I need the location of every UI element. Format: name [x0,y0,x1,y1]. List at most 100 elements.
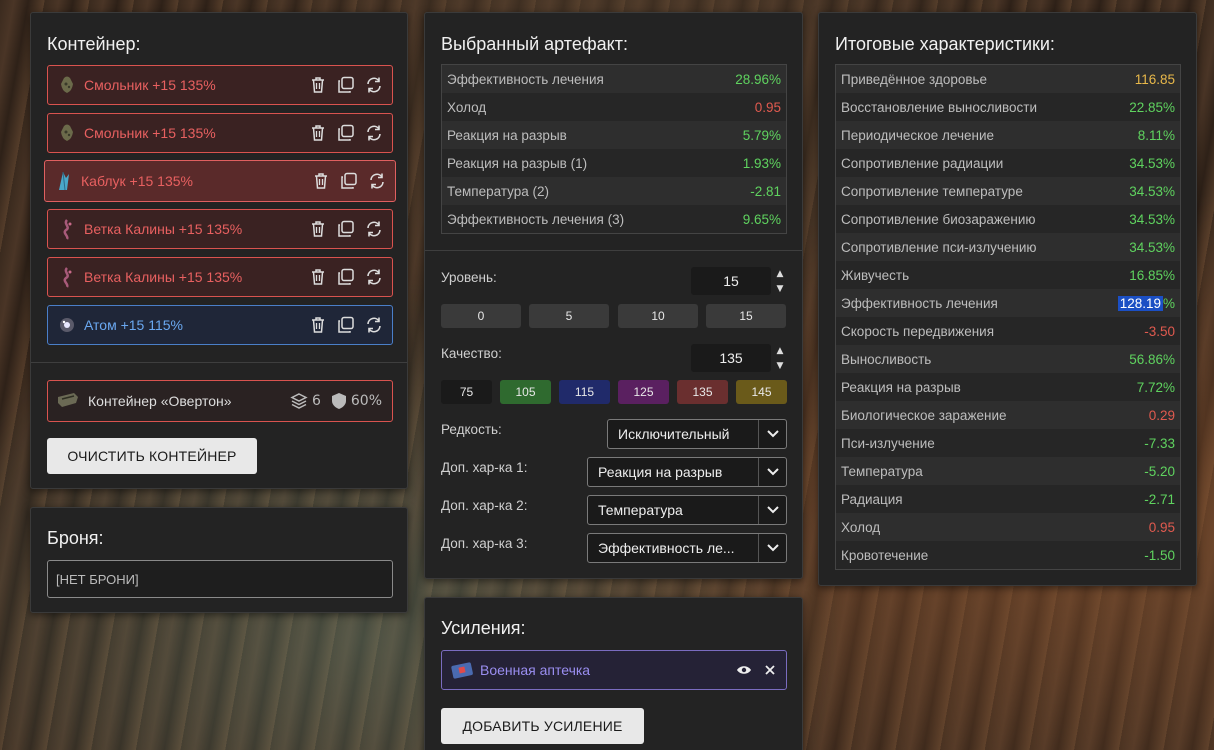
quality-up-arrow[interactable]: ▲ [774,345,786,357]
armor-select[interactable]: [НЕТ БРОНИ] [47,560,393,598]
stat-name: Эффективность лечения [841,295,998,311]
level-label: Уровень: [441,270,497,285]
copy-icon[interactable] [336,123,356,143]
stat-row: Сопротивление биозаражению 34.53% [836,205,1180,233]
close-icon[interactable] [764,664,776,676]
stat-row: Радиация -2.71 [836,485,1180,513]
armor-title: Броня: [47,528,104,548]
slots-count: 6 [311,393,321,409]
level-input[interactable]: 15 [691,267,771,295]
stat-name: Радиация [841,491,903,507]
stat-name: Температура [841,463,923,479]
trash-icon[interactable] [308,219,328,239]
level-preset-button[interactable]: 15 [706,304,786,328]
quality-down-arrow[interactable]: ▼ [774,360,786,372]
level-preset-button[interactable]: 10 [618,304,698,328]
quality-preset-button[interactable]: 105 [500,380,551,404]
refresh-icon[interactable] [364,75,384,95]
stat-name: Пси-излучение [841,435,935,451]
trash-icon[interactable] [308,315,328,335]
container-item[interactable]: Ветка Калины +15 135% [47,209,393,249]
refresh-icon[interactable] [364,315,384,335]
container-item[interactable]: Атом +15 115% [47,305,393,345]
stat-value: -7.33 [1144,435,1175,451]
stat-value: 34.53% [1129,155,1175,171]
stat-value: -5.20 [1144,463,1175,479]
refresh-icon[interactable] [367,171,387,191]
extra3-select[interactable]: Эффективность ле... [587,533,787,563]
level-preset-button[interactable]: 0 [441,304,521,328]
add-boost-button[interactable]: ДОБАВИТЬ УСИЛЕНИЕ [441,708,644,744]
stat-value: 0.29 [1148,407,1175,423]
boost-item[interactable]: Военная аптечка [441,650,787,690]
stat-value-highlight: 128.19 [1117,295,1163,311]
boost-item-label: Военная аптечка [480,662,591,678]
extra1-select[interactable]: Реакция на разрыв [587,457,787,487]
stat-name: Реакция на разрыв [841,379,961,395]
extra2-select[interactable]: Температура [587,495,787,525]
level-up-arrow[interactable]: ▲ [774,268,786,280]
stat-row: Живучесть 16.85% [836,261,1180,289]
quality-input[interactable]: 135 [691,344,771,372]
quality-preset-button[interactable]: 115 [559,380,610,404]
artifact-stats-table: Эффективность лечения 28.96% Холод 0.95 Реак… [441,64,787,234]
clear-container-button[interactable]: ОЧИСТИТЬ КОНТЕЙНЕР [47,438,257,474]
copy-icon[interactable] [336,267,356,287]
level-preset-button[interactable]: 5 [529,304,609,328]
stat-row: Температура (2) -2.81 [442,177,786,205]
artifact-icon [56,314,78,336]
trash-icon[interactable] [311,171,331,191]
quality-preset-button[interactable]: 75 [441,380,492,404]
copy-icon[interactable] [336,219,356,239]
stat-value: 28.96% [735,71,781,87]
stat-value: 22.85% [1129,99,1175,115]
stat-name: Эффективность лечения (3) [447,211,625,227]
stat-row: Эффективность лечения 128.19% [836,289,1180,317]
container-overton-label: Контейнер «Овертон» [88,393,232,409]
copy-icon[interactable] [336,75,356,95]
trash-icon[interactable] [308,123,328,143]
stat-row: Биологическое заражение 0.29 [836,401,1180,429]
stat-row: Холод 0.95 [442,93,786,121]
artifact-icon [56,74,78,96]
stat-name: Живучесть [841,267,910,283]
eye-icon[interactable] [736,664,752,676]
container-icon [56,391,80,411]
level-down-arrow[interactable]: ▼ [774,283,786,295]
quality-preset-button[interactable]: 135 [677,380,728,404]
refresh-icon[interactable] [364,267,384,287]
chevron-down-icon [758,420,786,448]
refresh-icon[interactable] [364,219,384,239]
copy-icon[interactable] [339,171,359,191]
rarity-select[interactable]: Исключительный [607,419,787,449]
copy-icon[interactable] [336,315,356,335]
container-item[interactable]: Смольник +15 135% [47,113,393,153]
trash-icon[interactable] [308,75,328,95]
quality-preset-button[interactable]: 125 [618,380,669,404]
container-item[interactable]: Каблук +15 135% [44,160,396,202]
container-item[interactable]: Ветка Калины +15 135% [47,257,393,297]
stat-name: Сопротивление радиации [841,155,1004,171]
totals-panel: Итоговые характеристики: Приведённое здо… [818,12,1197,586]
stat-row: Приведённое здоровье 116.85 [836,65,1180,93]
stat-name: Периодическое лечение [841,127,994,143]
container-item[interactable]: Смольник +15 135% [47,65,393,105]
stat-row: Эффективность лечения (3) 9.65% [442,205,786,233]
container-panel: Контейнер: Смольник +15 135% Смольник +15… [30,12,408,489]
stat-row: Сопротивление температуре 34.53% [836,177,1180,205]
stat-value: 34.53% [1129,211,1175,227]
container-overton[interactable]: Контейнер «Овертон» 6 60% [47,380,393,422]
rarity-value: Исключительный [618,426,730,442]
trash-icon[interactable] [308,267,328,287]
stat-name: Скорость передвижения [841,323,995,339]
stat-name: Кровотечение [841,547,929,563]
stat-name: Реакция на разрыв [447,127,567,143]
quality-preset-button[interactable]: 145 [736,380,787,404]
extra2-label: Доп. хар-ка 2: [441,498,528,513]
stat-name: Эффективность лечения [447,71,604,87]
stat-value: 0.95 [754,99,781,115]
refresh-icon[interactable] [364,123,384,143]
stat-row: Реакция на разрыв 5.79% [442,121,786,149]
stat-name: Холод [447,99,487,115]
artifact-panel: Выбранный артефакт: Эффективность лечени… [424,12,803,579]
